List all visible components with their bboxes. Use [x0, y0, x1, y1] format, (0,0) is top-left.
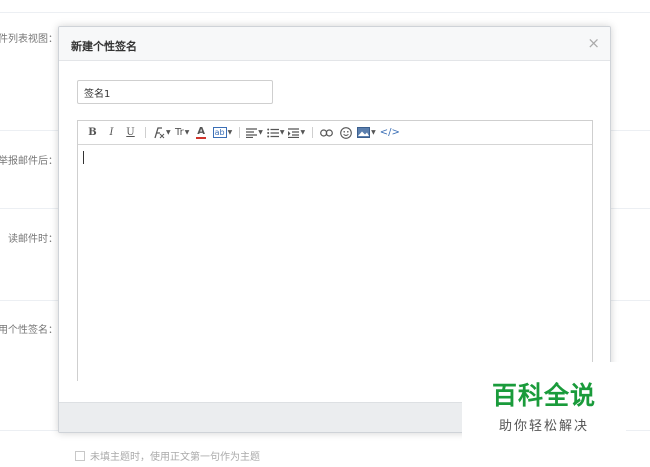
font-size-button[interactable]: Tr ▼	[175, 125, 190, 141]
font-size-label: Tr	[174, 127, 184, 138]
bold-button[interactable]: B	[85, 125, 100, 141]
toolbar-separator	[312, 127, 314, 138]
subject-from-body-checkbox[interactable]: 未填主题时，使用正文第一句作为主题	[75, 448, 260, 463]
watermark-title: 百科全说	[491, 381, 596, 410]
checkbox-box[interactable]	[75, 450, 85, 461]
italic-button[interactable]: I	[104, 125, 119, 141]
list-button[interactable]: ▼	[267, 125, 284, 141]
align-button[interactable]: ▼	[246, 125, 263, 141]
dialog-header: 新建个性签名 ×	[59, 27, 610, 61]
emoji-icon	[339, 126, 352, 139]
watermark: 百科全说 助你轻松解决	[462, 362, 626, 442]
source-code-button[interactable]: </>	[380, 125, 400, 141]
toolbar-separator	[239, 127, 241, 138]
checkbox-label: 未填主题时，使用正文第一句作为主题	[90, 452, 260, 463]
background-color-label: ab	[212, 127, 227, 138]
divider	[0, 12, 650, 13]
emoji-button[interactable]	[338, 125, 353, 141]
setting-label-read-mail: 读邮件时：	[8, 234, 58, 245]
rich-text-editor: B I U ▼ Tr ▼ A ab ▼ ▼ ▼ ▼ ▼ </>	[77, 120, 593, 381]
background-color-button[interactable]: ab ▼	[212, 125, 232, 141]
align-icon	[246, 127, 258, 138]
link-icon	[320, 128, 334, 137]
signature-content-area[interactable]	[78, 145, 592, 381]
link-button[interactable]	[319, 125, 334, 141]
font-color-swatch	[196, 137, 206, 139]
image-icon	[357, 127, 371, 138]
list-icon	[267, 128, 279, 137]
text-caret	[83, 151, 84, 164]
font-family-icon	[154, 126, 165, 138]
font-color-label: A	[197, 126, 205, 137]
indent-button[interactable]: ▼	[288, 125, 305, 141]
indent-icon	[288, 127, 300, 138]
signature-name-input[interactable]	[77, 80, 273, 104]
image-button[interactable]: ▼	[357, 125, 376, 141]
setting-label-report: 举报邮件后：	[0, 156, 58, 167]
setting-label-list-view: 件列表视图：	[0, 34, 58, 45]
font-family-button[interactable]: ▼	[152, 125, 171, 141]
close-icon[interactable]: ×	[587, 34, 600, 52]
watermark-subtitle: 助你轻松解决	[498, 419, 589, 434]
editor-toolbar: B I U ▼ Tr ▼ A ab ▼ ▼ ▼ ▼ ▼ </>	[78, 121, 592, 145]
setting-label-signature: 用个性签名：	[0, 325, 58, 336]
toolbar-separator	[145, 127, 146, 138]
font-color-button[interactable]: A	[194, 125, 209, 141]
dialog-title: 新建个性签名	[71, 40, 137, 53]
underline-button[interactable]: U	[123, 125, 138, 141]
